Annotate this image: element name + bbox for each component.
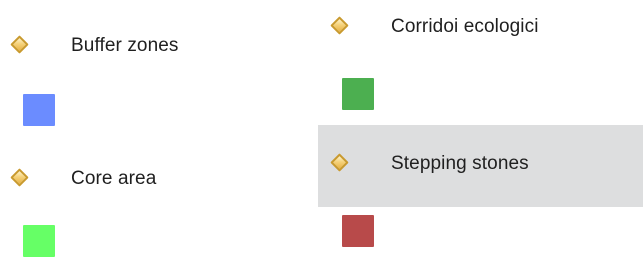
legend-item-buffer-zones[interactable]: Buffer zones: [0, 20, 300, 74]
legend-item-stepping-stones[interactable]: Stepping stones: [318, 125, 643, 207]
legend-item-corridoi-ecologici[interactable]: Corridoi ecologici: [318, 2, 643, 56]
diamond-icon: [330, 153, 349, 172]
legend-label-corridoi-ecologici: Corridoi ecologici: [391, 16, 539, 37]
swatch-buffer-zones: [23, 94, 55, 126]
swatch-core-area: [23, 225, 55, 257]
diamond-icon: [10, 168, 29, 187]
diamond-icon: [330, 16, 349, 35]
swatch-stepping-stones: [342, 215, 374, 247]
legend-label-buffer-zones: Buffer zones: [71, 35, 179, 56]
legend-label-stepping-stones: Stepping stones: [391, 153, 529, 174]
diamond-icon: [10, 35, 29, 54]
swatch-corridoi-ecologici: [342, 78, 374, 110]
legend-label-core-area: Core area: [71, 168, 157, 189]
legend-item-core-area[interactable]: Core area: [0, 152, 300, 206]
